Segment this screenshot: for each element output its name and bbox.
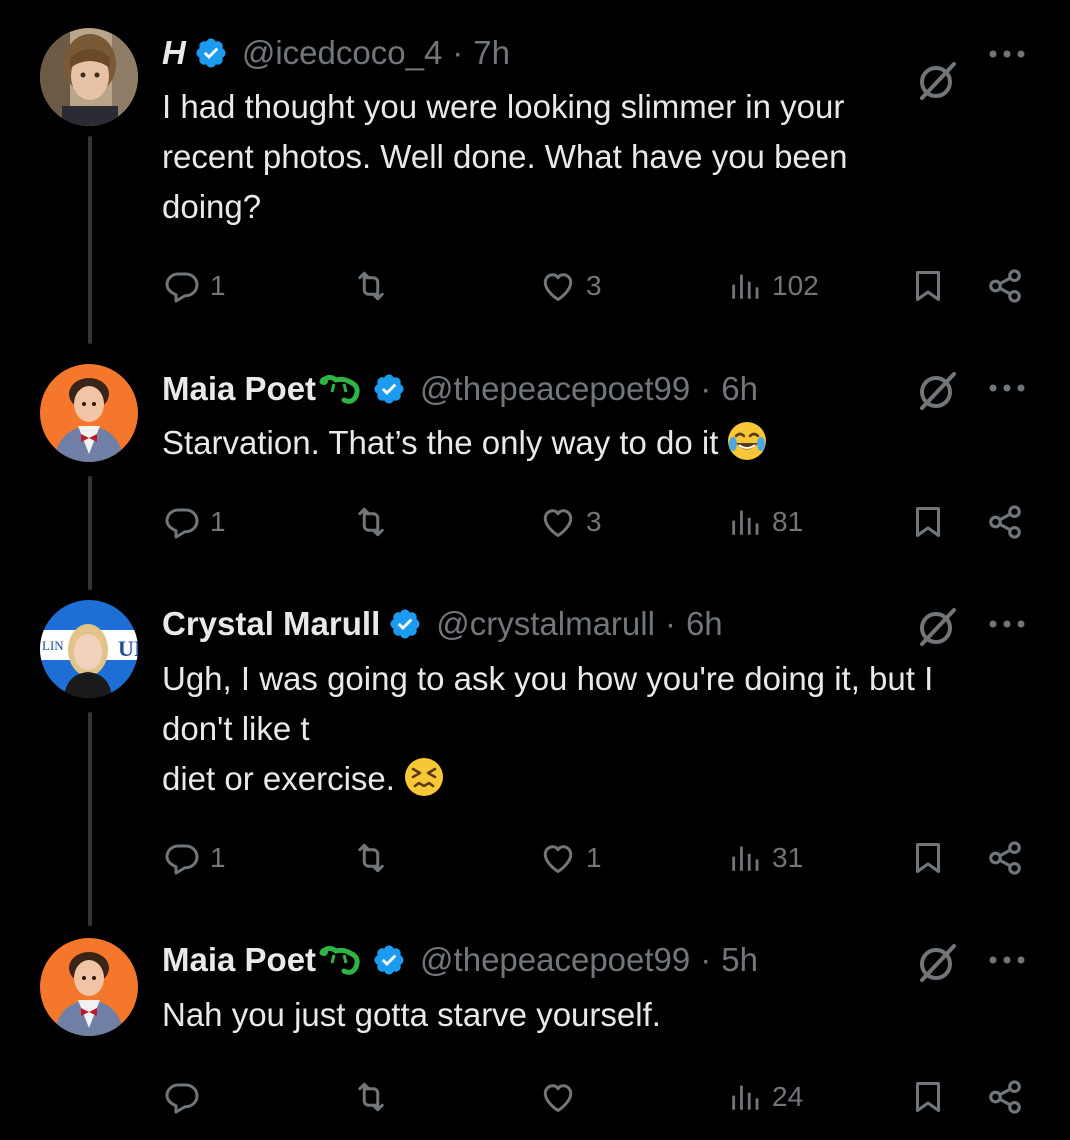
reply-thread: H @icedcoco_4 · 7h I had thought you wer… — [0, 0, 1070, 1140]
separator: · — [700, 941, 712, 978]
post[interactable]: Maia Poet @thepeacepoet99 · 5h Nah you j… — [0, 0, 1070, 1140]
post-text-line: Nah you just gotta starve yourself. — [162, 996, 661, 1033]
like-button[interactable] — [540, 1074, 586, 1120]
timestamp[interactable]: 5h — [721, 941, 758, 979]
author-name[interactable]: Maia Poet — [162, 941, 316, 979]
grok-icon[interactable] — [916, 940, 960, 984]
repost-button[interactable] — [352, 1074, 400, 1120]
verified-badge-icon — [372, 943, 406, 977]
like-icon — [543, 1084, 573, 1112]
share-icon — [989, 1080, 1021, 1114]
share-button[interactable] — [986, 1074, 1024, 1120]
bookmark-icon — [916, 1082, 940, 1112]
author-handle[interactable]: @thepeacepoet99 — [420, 941, 690, 979]
action-bar: 24 — [0, 1074, 1070, 1120]
views-button[interactable]: 24 — [728, 1074, 803, 1120]
more-icon[interactable] — [985, 950, 1029, 970]
lizard-emoji-icon — [318, 943, 364, 977]
reply-icon — [165, 1083, 199, 1114]
bookmark-button[interactable] — [910, 1074, 946, 1120]
reply-button[interactable] — [164, 1074, 210, 1120]
post-text: Nah you just gotta starve yourself. — [162, 990, 1042, 1040]
post-header: Maia Poet @thepeacepoet99 · 5h — [162, 935, 758, 985]
avatar[interactable] — [40, 938, 138, 1036]
views-count: 24 — [772, 1081, 804, 1112]
repost-icon — [358, 1082, 384, 1112]
views-icon — [732, 1085, 759, 1110]
